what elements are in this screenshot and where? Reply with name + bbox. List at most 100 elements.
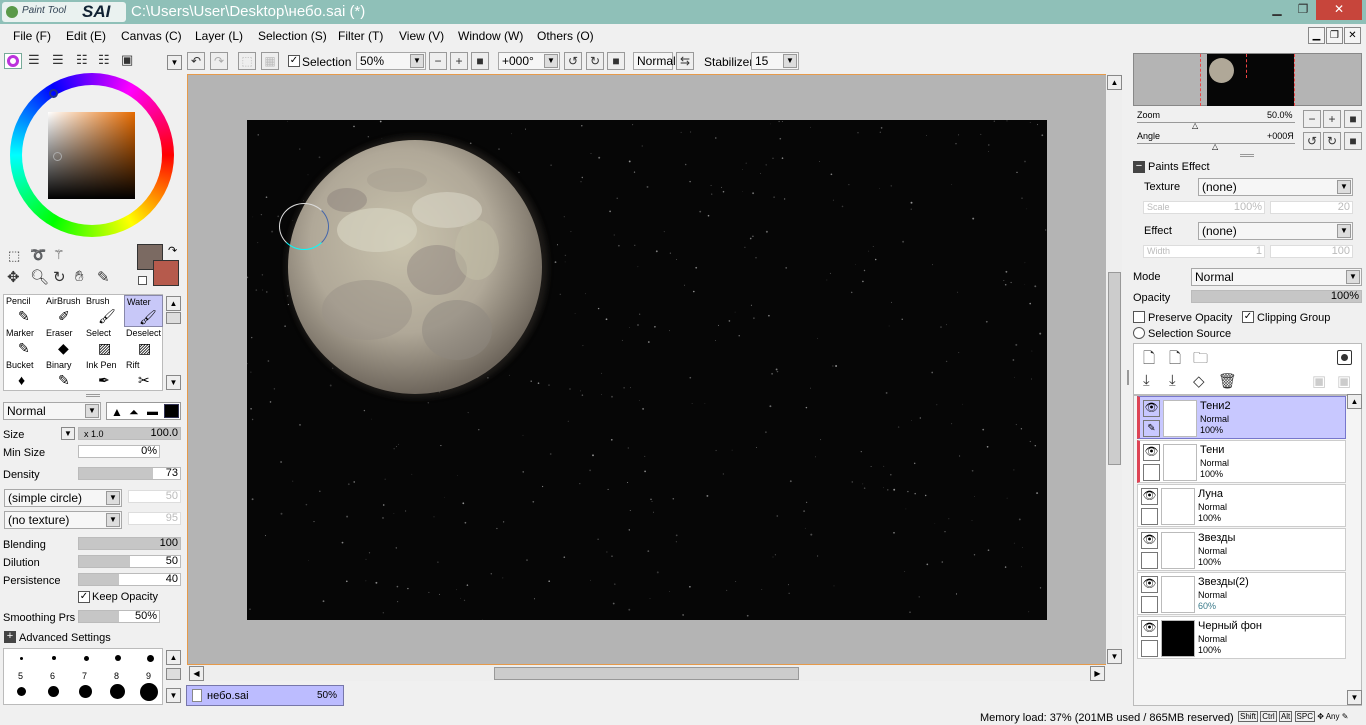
blending-slider[interactable]: 100: [78, 537, 181, 550]
nav-zoom-handle[interactable]: △: [1192, 121, 1198, 130]
expand-icon[interactable]: +: [4, 631, 16, 643]
nav-zoom-out-button[interactable]: −: [1303, 110, 1321, 128]
min-size-slider[interactable]: 0%: [78, 445, 160, 458]
zoom-in-button[interactable]: +: [450, 52, 468, 70]
flip-horizontal-button[interactable]: ⇆: [676, 52, 694, 70]
nav-zoom-reset-button[interactable]: ■: [1344, 110, 1362, 128]
rect-select-icon[interactable]: ⬚: [8, 248, 20, 264]
stabilizer-select[interactable]: 15 ▼: [751, 52, 799, 70]
preset-size-8[interactable]: 8: [114, 671, 119, 681]
zoom-select[interactable]: 50% ▼: [356, 52, 426, 70]
copy-selection-icon[interactable]: ▣: [1312, 372, 1326, 390]
shape-strength-slider[interactable]: 50: [128, 490, 181, 503]
rotate-right-button[interactable]: ↻: [586, 52, 604, 70]
tools-scrollbar-thumb[interactable]: [166, 312, 181, 324]
new-folder-icon[interactable]: 🗀: [1193, 348, 1208, 373]
layer-item[interactable]: 👁︎ ✎ Тени2 Normal 100%: [1137, 396, 1346, 439]
paper-texture-select[interactable]: (none) ▼: [1198, 178, 1353, 196]
lock-box[interactable]: [1141, 552, 1158, 569]
effect-amount-slider[interactable]: 100: [1270, 245, 1353, 258]
layers-scroll-up-button[interactable]: ▲: [1347, 394, 1362, 409]
angle-select[interactable]: +000° ▼: [498, 52, 560, 70]
swap-colors-icon[interactable]: ↷: [168, 244, 177, 257]
selection-checkbox[interactable]: ✓: [288, 55, 300, 67]
sharp-tip-icon[interactable]: ▲: [111, 405, 123, 419]
square-tip-icon[interactable]: [164, 404, 179, 418]
preset-size-6[interactable]: 6: [50, 671, 55, 681]
brush-texture-select[interactable]: (no texture) ▼: [4, 511, 122, 529]
layers-scroll-down-button[interactable]: ▼: [1347, 690, 1362, 705]
effect-width-slider[interactable]: Width 1: [1143, 245, 1265, 258]
layer-mask-icon[interactable]: [1337, 350, 1352, 365]
user-color-icon[interactable]: ▣: [121, 52, 133, 68]
visibility-eye-icon[interactable]: 👁︎: [1143, 400, 1160, 417]
document-tab[interactable]: небо.sai 50%: [186, 685, 344, 706]
tool-brush[interactable]: Brush 🖌︎: [84, 295, 123, 327]
hsv-slider-icon[interactable]: ☰: [52, 52, 64, 68]
panel-menu-button[interactable]: ▼: [167, 55, 182, 70]
zoom-out-button[interactable]: −: [429, 52, 447, 70]
preset-size-5[interactable]: 5: [18, 671, 23, 681]
smoothing-slider[interactable]: 50%: [78, 610, 160, 623]
navigator-preview[interactable]: [1133, 53, 1362, 106]
mdi-restore-button[interactable]: ❐: [1326, 27, 1343, 44]
tool-select[interactable]: Select ▨: [84, 327, 123, 359]
brush-shape-select[interactable]: (simple circle) ▼: [4, 489, 122, 507]
presets-scroll-down-button[interactable]: ▼: [166, 688, 181, 703]
rotate-reset-button[interactable]: ■: [607, 52, 625, 70]
mdi-close-button[interactable]: ✕: [1344, 27, 1361, 44]
visibility-eye-icon[interactable]: 👁︎: [1141, 576, 1158, 593]
tool-ink-pen[interactable]: Ink Pen ✒: [84, 359, 123, 391]
collapse-icon[interactable]: −: [1133, 161, 1145, 173]
rotate-icon[interactable]: ↻: [53, 268, 66, 286]
preset-size-7[interactable]: 7: [82, 671, 87, 681]
menu-selection[interactable]: Selection (S): [258, 29, 327, 43]
tool-pencil[interactable]: Pencil ✎: [4, 295, 43, 327]
rotate-left-button[interactable]: ↺: [564, 52, 582, 70]
secondary-color-swatch[interactable]: [153, 260, 179, 286]
visibility-eye-icon[interactable]: 👁︎: [1143, 444, 1160, 461]
redo-button[interactable]: ↷: [210, 52, 228, 70]
tool-airbrush[interactable]: AirBrush ✐: [44, 295, 83, 327]
selection-source-radio[interactable]: [1133, 327, 1145, 339]
color-wheel-mode-button[interactable]: [4, 53, 22, 69]
tool-binary[interactable]: Binary ✎: [44, 359, 83, 391]
view-mode-select[interactable]: Normal: [633, 52, 676, 70]
lock-box[interactable]: [1141, 508, 1158, 525]
new-layer-icon[interactable]: 🗋: [1143, 348, 1155, 373]
invert-selection-button[interactable]: ▦: [261, 52, 279, 70]
preserve-opacity-checkbox[interactable]: [1133, 311, 1145, 323]
new-linework-layer-icon[interactable]: 🗋: [1169, 348, 1181, 373]
lock-box[interactable]: [1141, 596, 1158, 613]
layer-item[interactable]: 👁︎ Тени Normal 100%: [1137, 440, 1346, 483]
round-tip-icon[interactable]: ⏶: [129, 405, 139, 420]
nav-zoom-slider[interactable]: [1137, 122, 1295, 123]
nav-zoom-in-button[interactable]: +: [1323, 110, 1341, 128]
paints-effect-title[interactable]: Paints Effect: [1148, 161, 1210, 173]
menu-edit[interactable]: Edit (E): [66, 29, 106, 43]
visibility-eye-icon[interactable]: 👁︎: [1141, 532, 1158, 549]
nav-rotate-left-button[interactable]: ↺: [1303, 132, 1321, 150]
close-button[interactable]: ✕: [1316, 0, 1362, 20]
lock-box[interactable]: [1143, 464, 1160, 481]
presets-scrollbar-thumb[interactable]: [166, 668, 181, 680]
menu-filter[interactable]: Filter (T): [338, 29, 383, 43]
canvas-hscroll-thumb[interactable]: [494, 667, 799, 680]
advanced-settings-label[interactable]: Advanced Settings: [19, 632, 111, 644]
mdi-minimize-button[interactable]: ▁: [1308, 27, 1325, 44]
keep-opacity-checkbox[interactable]: ✓: [78, 591, 90, 603]
texture-amount-slider[interactable]: 20: [1270, 201, 1353, 214]
layer-item[interactable]: 👁︎ Луна Normal 100%: [1137, 484, 1346, 527]
layer-opacity-slider[interactable]: 100%: [1191, 290, 1362, 303]
edit-pen-icon[interactable]: ✎: [1143, 420, 1160, 437]
nav-rotate-right-button[interactable]: ↻: [1323, 132, 1341, 150]
merge-down-icon[interactable]: ⤓: [1169, 372, 1176, 389]
canvas-vscroll-thumb[interactable]: [1108, 272, 1121, 465]
hue-picker-handle[interactable]: [49, 89, 58, 98]
presets-scroll-up-button[interactable]: ▲: [166, 650, 181, 665]
tool-rift[interactable]: Rift ✂: [124, 359, 163, 391]
lasso-icon[interactable]: ➰: [30, 247, 46, 263]
sv-picker-handle[interactable]: [53, 152, 62, 161]
menu-layer[interactable]: Layer (L): [195, 29, 243, 43]
menu-canvas[interactable]: Canvas (C): [121, 29, 182, 43]
